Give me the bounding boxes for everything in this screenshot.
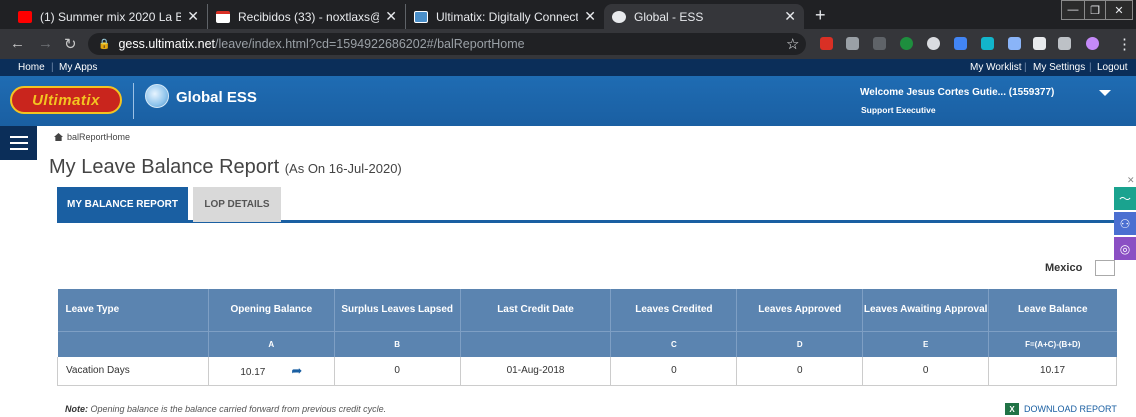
restore-icon[interactable]: ❐ [1084, 0, 1106, 20]
browser-tab-youtube[interactable]: (1) Summer mix 2020 La Belle Mi ✕ [10, 4, 208, 29]
extension-icon[interactable] [820, 37, 833, 50]
col-header-leaves-credited: Leaves Credited [610, 289, 738, 331]
puzzle-icon[interactable] [1033, 37, 1046, 50]
reload-icon[interactable]: ↻ [64, 35, 77, 53]
avatar[interactable] [1086, 37, 1099, 50]
menu-dots-icon[interactable]: ⋮ [1117, 35, 1132, 53]
subheader: C [610, 330, 738, 357]
cell-last-credit-date: 01-Aug-2018 [459, 357, 612, 386]
cell-leaves-credited: 0 [610, 357, 738, 386]
subheader: E [862, 330, 990, 357]
report-tabs: MY BALANCE REPORT LOP DETAILS [57, 187, 1117, 223]
pulse-widget-icon[interactable]: 〜 [1114, 187, 1136, 210]
extension-icon[interactable] [873, 37, 886, 50]
col-header-leaves-approved: Leaves Approved [736, 289, 864, 331]
extension-icon[interactable] [1008, 37, 1021, 50]
web-widget-icon[interactable]: ◎ [1114, 237, 1136, 260]
minimize-icon[interactable]: — [1061, 0, 1085, 20]
ultimatix-logo[interactable]: Ultimatix [10, 86, 122, 114]
col-header-leave-balance: Leave Balance [988, 289, 1117, 331]
subheader [460, 330, 612, 357]
col-header-leaves-awaiting: Leaves Awaiting Approval [862, 289, 990, 331]
cell-leaves-awaiting: 0 [862, 357, 990, 386]
people-widget-icon[interactable]: ⚇ [1114, 212, 1136, 235]
browser-tab-global-ess[interactable]: Global - ESS ✕ [604, 4, 804, 29]
page-subtitle: (As On 16-Jul-2020) [284, 161, 402, 176]
youtube-icon [18, 10, 32, 23]
cell-leave-balance: 10.17 [988, 357, 1117, 386]
subheader: F=(A+C)-(B+D) [988, 330, 1117, 357]
browser-tab-ultimatix[interactable]: Ultimatix: Digitally Connected ✕ [406, 4, 604, 29]
forward-arrow-icon[interactable]: → [38, 35, 53, 52]
tab-my-balance-report[interactable]: MY BALANCE REPORT [57, 187, 188, 222]
new-tab-icon[interactable]: + [815, 5, 826, 26]
globe-logo-icon [145, 84, 169, 108]
browser-tab-gmail[interactable]: Recibidos (33) - noxtlaxs@gmail ✕ [208, 4, 406, 29]
home-icon[interactable] [54, 133, 63, 141]
extension-icon[interactable] [846, 37, 859, 50]
app-title: Global ESS [176, 89, 257, 106]
download-report-link[interactable]: X DOWNLOAD REPORT [1005, 403, 1117, 415]
welcome-text: Welcome Jesus Cortes Gutie... (1559377) [860, 87, 1055, 98]
page-title: My Leave Balance Report (As On 16-Jul-20… [49, 156, 402, 178]
country-label: Mexico [1045, 262, 1083, 274]
side-close-icon[interactable]: ✕ [1127, 175, 1135, 186]
breadcrumb: balReportHome [54, 132, 130, 142]
excel-icon: X [1005, 403, 1019, 415]
leave-balance-table: Leave Type Opening Balance Surplus Leave… [57, 289, 1117, 386]
user-menu-caret-icon[interactable] [1099, 90, 1111, 96]
breadcrumb-current: balReportHome [67, 132, 131, 142]
header-divider [133, 83, 134, 119]
back-arrow-icon[interactable]: ← [10, 35, 25, 52]
reading-list-icon[interactable] [1058, 37, 1071, 50]
gmail-icon [216, 10, 230, 23]
lock-icon: 🔒 [98, 38, 111, 50]
globe-icon [612, 10, 626, 23]
app-header [0, 76, 1136, 126]
col-header-opening-balance: Opening Balance [208, 289, 335, 331]
extension-icon[interactable] [900, 37, 913, 50]
close-tab-icon[interactable]: ✕ [784, 8, 796, 25]
top-nav: Home | My Apps My Worklist | My Settings… [0, 59, 1136, 76]
cell-opening-balance: 10.17 ➦ [207, 357, 335, 386]
window-close-icon[interactable]: ✕ [1105, 0, 1133, 20]
subheader [57, 330, 209, 357]
ultimatix-icon [414, 10, 428, 23]
my-worklist-link[interactable]: My Worklist [970, 62, 1021, 73]
my-apps-link[interactable]: My Apps [59, 62, 97, 73]
close-tab-icon[interactable]: ✕ [584, 8, 596, 25]
user-role: Support Executive [861, 105, 936, 115]
url-field[interactable]: 🔒 gess.ultimatix.net/leave/index.html?cd… [88, 33, 806, 55]
extension-icon[interactable] [927, 37, 940, 50]
browser-tab-bar: (1) Summer mix 2020 La Belle Mi ✕ Recibi… [0, 0, 1136, 29]
reply-arrow-icon[interactable]: ➦ [291, 363, 302, 378]
extension-icon[interactable] [954, 37, 967, 50]
logout-link[interactable]: Logout [1097, 62, 1128, 73]
col-header-last-credit-date: Last Credit Date [460, 289, 612, 331]
extension-icon[interactable] [981, 37, 994, 50]
close-tab-icon[interactable]: ✕ [187, 8, 199, 25]
cell-surplus-lapsed: 0 [333, 357, 461, 386]
my-settings-link[interactable]: My Settings [1033, 62, 1085, 73]
address-bar: ← → ↻ 🔒 gess.ultimatix.net/leave/index.h… [0, 29, 1136, 59]
home-link[interactable]: Home [18, 62, 45, 73]
bookmark-star-icon[interactable]: ☆ [786, 35, 799, 53]
close-tab-icon[interactable]: ✕ [385, 8, 397, 25]
col-header-leave-type: Leave Type [57, 289, 209, 331]
footnote: Note: Opening balance is the balance car… [65, 404, 387, 414]
subheader: D [736, 330, 864, 357]
cell-leaves-approved: 0 [736, 357, 864, 386]
subheader: B [334, 330, 461, 357]
country-checkbox[interactable] [1095, 260, 1115, 276]
hamburger-menu-button[interactable] [0, 126, 37, 160]
table-row: Vacation Days 10.17 ➦ 0 01-Aug-2018 0 0 0… [57, 357, 1117, 386]
tab-lop-details[interactable]: LOP DETAILS [193, 187, 281, 222]
cell-leave-type: Vacation Days [57, 357, 209, 386]
col-header-surplus-lapsed: Surplus Leaves Lapsed [334, 289, 461, 331]
subheader: A [208, 330, 335, 357]
